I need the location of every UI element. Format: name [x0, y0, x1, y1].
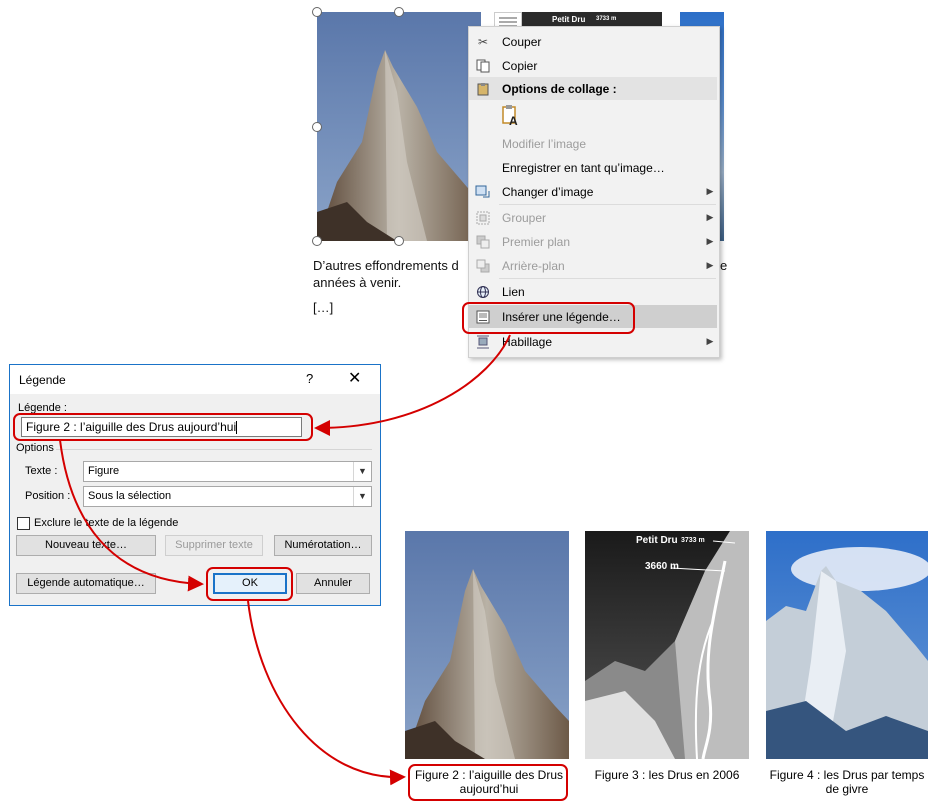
annotation-arrows [59, 334, 511, 786]
arrow-input-to-ok [59, 439, 204, 592]
arrow-ok-to-caption [247, 600, 406, 786]
arrow-menu-to-dialog [314, 334, 511, 436]
